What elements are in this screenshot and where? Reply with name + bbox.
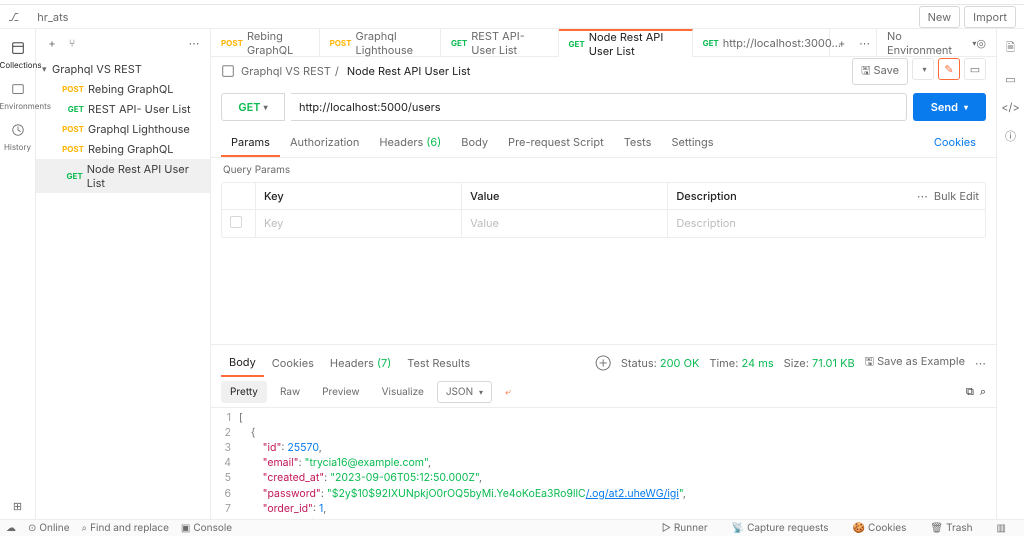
param-row-empty[interactable]: Key Value Description [222, 210, 985, 237]
resp-tab-test-results[interactable]: Test Results [399, 350, 478, 376]
query-params-label: Query Params [211, 158, 996, 182]
workspace-name[interactable]: hr_ats [37, 10, 68, 24]
request-tabs: POSTRebing GraphQLPOSTGraphql Lighthouse… [211, 29, 996, 57]
more-columns-icon[interactable]: ⋯ [917, 189, 928, 203]
resp-tab-body[interactable]: Body [221, 349, 264, 377]
cookies-link[interactable]: Cookies [924, 129, 986, 157]
network-icon[interactable]: ⊕ [596, 356, 611, 370]
tab-params[interactable]: Params [221, 129, 280, 157]
request-tab[interactable]: GEThttp://localhost:3000... [693, 29, 831, 56]
runner-button[interactable]: ▷ Runner [662, 522, 708, 534]
time-label: Time: 24 ms [709, 356, 773, 370]
collection-request[interactable]: POSTRebing GraphQL [36, 79, 210, 99]
copy-response-icon[interactable]: ⧉ [966, 384, 974, 399]
tab-authorization[interactable]: Authorization [280, 129, 369, 157]
response-body[interactable]: 1[2 {3 "id": 25570,4 "email": "trycia16@… [211, 408, 996, 520]
code-snippet-icon[interactable]: </> [1001, 100, 1020, 114]
tab-headers[interactable]: Headers (6) [369, 129, 451, 157]
view-pretty[interactable]: Pretty [221, 381, 267, 403]
cookies-button[interactable]: 🍪 Cookies [853, 522, 907, 534]
console-button[interactable]: ▣ Console [181, 522, 232, 534]
row-checkbox[interactable] [230, 216, 242, 228]
rail-environments[interactable]: Environments [0, 76, 36, 117]
collection-request[interactable]: GETREST API- User List [36, 99, 210, 119]
online-status[interactable]: ⊙ Online [28, 522, 70, 534]
collection-icon [221, 64, 235, 78]
url-input[interactable] [291, 93, 907, 121]
rail-history[interactable]: History [0, 117, 36, 158]
col-key: Key [256, 183, 462, 209]
response-toolbar: Pretty Raw Preview Visualize JSON ▾ ⤶ ⧉ … [211, 377, 996, 408]
wrap-lines-icon[interactable]: ⤶ [496, 381, 520, 403]
workspace-header: ⎇ hr_ats New Import [0, 5, 1024, 29]
tab-settings[interactable]: Settings [661, 129, 723, 157]
request-tab[interactable]: GETREST API- User List [441, 29, 559, 56]
request-tab[interactable]: POSTGraphql Lighthouse [320, 29, 441, 56]
collection-folder[interactable]: ▾ Graphql VS REST [36, 59, 210, 79]
col-description: Description [668, 183, 905, 209]
environment-selector[interactable]: No Environment▾ ◎ [876, 29, 996, 56]
user-icon: ⎇ [8, 10, 19, 24]
collection-request[interactable]: GETNode Rest API User List [36, 159, 210, 193]
request-subtabs: Params Authorization Headers (6) Body Pr… [211, 129, 996, 158]
sync-icon[interactable]: ☁ [6, 522, 16, 534]
resp-tab-headers[interactable]: Headers (7) [322, 350, 399, 376]
rail-more[interactable]: ⊞ [0, 493, 36, 519]
comment-icon[interactable]: ▭ [964, 58, 986, 80]
search-response-icon[interactable]: ⌕ [980, 384, 986, 399]
request-tab[interactable]: POSTRebing GraphQL [211, 29, 320, 56]
bulk-edit-link[interactable]: Bulk Edit [934, 189, 979, 203]
new-tab-button[interactable]: + [830, 29, 853, 56]
chevron-down-icon: ▾ [42, 64, 52, 75]
sidebar-more-icon[interactable]: ⋯ [184, 33, 204, 53]
edit-icon[interactable]: ✎ [938, 58, 960, 80]
tab-body[interactable]: Body [451, 129, 498, 157]
send-button[interactable]: Send▾ [913, 93, 986, 121]
method-select[interactable]: GET▾ [221, 93, 285, 121]
docs-icon[interactable]: 🗎 [1006, 39, 1015, 58]
collections-sidebar: + ⑂ ⋯ ▾ Graphql VS REST POSTRebing Graph… [36, 29, 211, 519]
comments-icon[interactable]: ▭ [1005, 72, 1015, 86]
status-bar: ☁ ⊙ Online ⌕ Find and replace ▣ Console … [0, 519, 1024, 536]
add-collection-icon[interactable]: + [42, 33, 62, 53]
env-quicklook-icon[interactable]: ◎ [976, 36, 986, 50]
col-value: Value [462, 183, 668, 209]
right-rail: 🗎 ▭ </> ⓘ [996, 29, 1024, 519]
view-raw[interactable]: Raw [271, 381, 309, 403]
left-rail: Collections Environments History ⊞ [0, 29, 36, 519]
collection-request[interactable]: POSTGraphql Lighthouse [36, 119, 210, 139]
tab-tests[interactable]: Tests [614, 129, 662, 157]
trash-button[interactable]: 🗑 Trash [930, 522, 972, 534]
tab-overflow-button[interactable]: ⋯ [853, 29, 876, 56]
response-tabs: Body Cookies Headers (7) Test Results ⊕ … [211, 344, 996, 377]
info-icon[interactable]: ⓘ [1005, 128, 1016, 144]
view-visualize[interactable]: Visualize [373, 381, 433, 403]
save-dropdown[interactable]: ▾ [912, 58, 934, 80]
rail-collections[interactable]: Collections [0, 35, 36, 76]
capture-requests[interactable]: 📡 Capture requests [732, 522, 829, 534]
two-pane-icon[interactable]: ▥ [997, 522, 1006, 534]
breadcrumb: Graphql VS REST / Node Rest API User Lis… [211, 57, 996, 85]
format-select[interactable]: JSON ▾ [437, 381, 492, 403]
size-label: Size: 71.01 KB [784, 356, 855, 370]
request-tab[interactable]: GETNode Rest API User List [559, 29, 693, 57]
filter-icon[interactable]: ⑂ [62, 33, 82, 53]
collection-request[interactable]: POSTRebing GraphQL [36, 139, 210, 159]
save-button[interactable]: 🖫 Save [852, 58, 908, 85]
new-button[interactable]: New [919, 6, 961, 28]
tab-prerequest[interactable]: Pre-request Script [498, 129, 614, 157]
response-more-icon[interactable]: ⋯ [975, 356, 986, 370]
params-table: Key Value Description ⋯ Bulk Edit Key Va… [221, 182, 986, 238]
status-label: Status: 200 OK [621, 356, 700, 370]
import-button[interactable]: Import [964, 6, 1016, 28]
resp-tab-cookies[interactable]: Cookies [264, 350, 322, 376]
find-replace[interactable]: ⌕ Find and replace [82, 522, 169, 534]
save-as-example-button[interactable]: 🖫 Save as Example [865, 353, 965, 372]
view-preview[interactable]: Preview [313, 381, 369, 403]
